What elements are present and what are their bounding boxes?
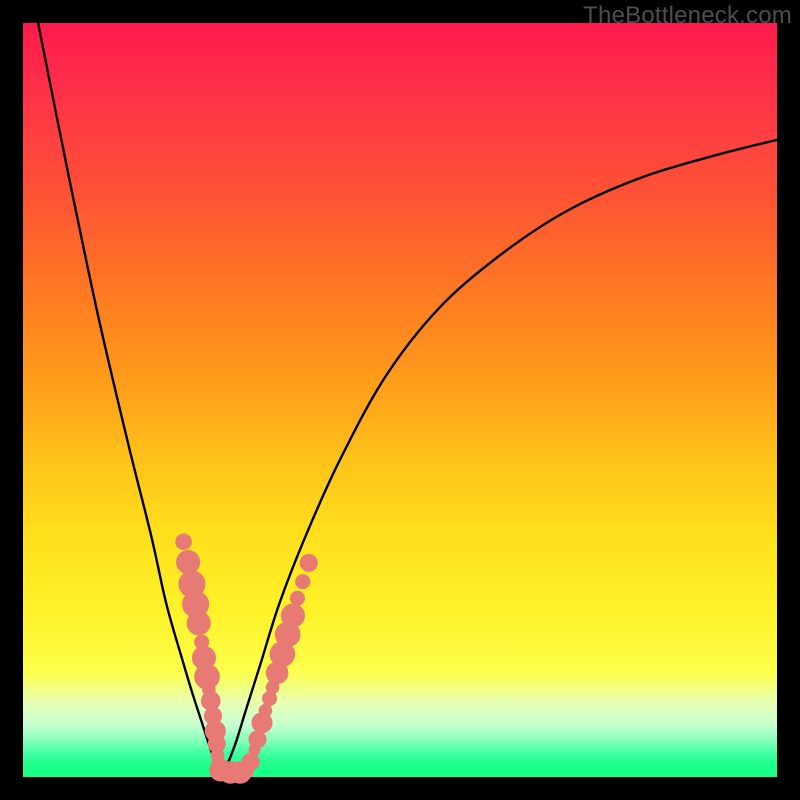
bead-marker — [281, 604, 305, 628]
bead-marker — [176, 550, 200, 574]
chart-frame: TheBottleneck.com — [0, 0, 800, 800]
bead-marker — [187, 611, 211, 635]
bead-marker — [300, 554, 318, 572]
bead-marker — [295, 574, 310, 589]
bead-markers — [175, 533, 318, 783]
bead-marker — [242, 753, 260, 771]
left-curve — [38, 23, 220, 775]
bead-marker — [290, 591, 305, 606]
bead-marker — [175, 533, 192, 550]
chart-svg — [23, 23, 777, 777]
right-curve — [220, 140, 777, 776]
